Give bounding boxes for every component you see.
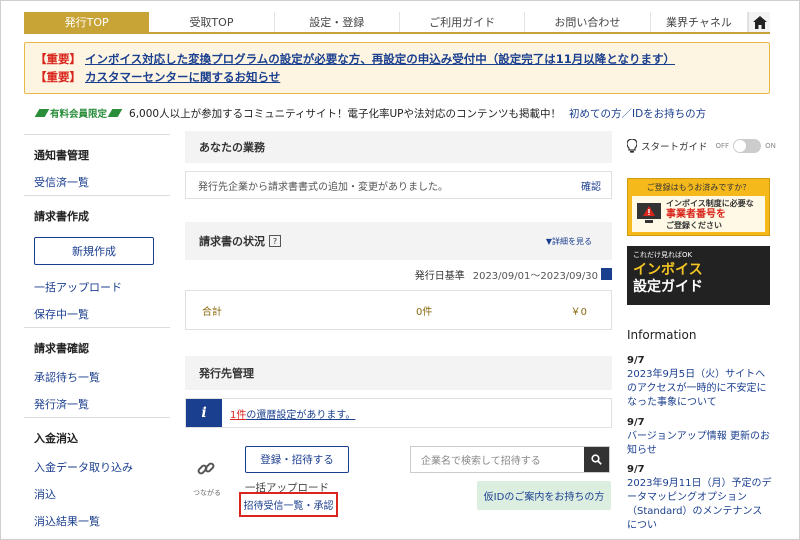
date-range: 2023/09/01～2023/09/30	[472, 270, 598, 282]
news-item[interactable]: 9/7 バージョンアップ情報 更新のお知らせ	[627, 416, 772, 458]
warning-monitor-icon	[637, 203, 661, 223]
toggle-off-label: OFF	[715, 142, 730, 150]
tab-contact[interactable]: お問い合わせ	[525, 12, 651, 32]
slash-icon	[107, 109, 123, 117]
lightbulb-icon	[627, 139, 637, 153]
help-icon[interactable]: ?	[269, 235, 281, 247]
alert-count-link[interactable]: 1件	[230, 410, 246, 421]
tab-settings[interactable]: 設定・登録	[275, 12, 400, 32]
sidebar-heading-notices: 通知書管理	[24, 134, 170, 168]
banner-inner: インボイス制度に必要な 事業者番号を ご登録ください	[632, 196, 765, 232]
banner-line-1: インボイス制度に必要な	[666, 198, 754, 208]
guide-banner-top: これだけ見ればOK	[633, 251, 693, 259]
toggle-track	[733, 139, 762, 153]
calendar-icon[interactable]	[601, 268, 612, 280]
important-tag: 【重要】	[35, 52, 81, 66]
news-item[interactable]: 9/7 2023年9月5日（火）サイトへのアクセスが一時的に不安定になった事象に…	[627, 354, 772, 410]
sidebar-item-issued-list[interactable]: 発行済一覧	[24, 390, 170, 417]
community-login-link[interactable]: 初めての方／IDをお持ちの方	[569, 106, 706, 121]
business-panel-title: あなたの業務	[185, 131, 612, 163]
alert-text-link[interactable]: の還暦設定があります。	[246, 410, 355, 421]
banner-line-3: ご登録ください	[666, 220, 722, 230]
search-icon[interactable]	[584, 447, 609, 472]
news-date: 9/7	[627, 355, 645, 366]
confirm-link[interactable]: 確認	[581, 178, 611, 193]
sidebar-item-import-payments[interactable]: 入金データ取り込み	[24, 453, 170, 480]
news-date: 9/7	[627, 464, 645, 475]
tab-industry-channel[interactable]: 業界チャネル	[651, 12, 749, 32]
start-guide-label: スタートガイド	[641, 142, 708, 153]
sidebar-heading-create: 請求書作成	[24, 195, 170, 231]
sidebar-item-reconcile-results[interactable]: 消込結果一覧	[24, 507, 170, 534]
news-title[interactable]: 2023年9月11日（月）予定のデータマッピングオプション（Standard）の…	[627, 477, 772, 533]
date-range-row: 発行日基準 2023/09/01～2023/09/30	[400, 266, 612, 282]
notice-link-invoice[interactable]: インボイス対応した変換プログラムの設定が必要な方、再設定の申込み受付中（設定完了…	[85, 51, 675, 67]
link-chain-icon	[197, 460, 215, 481]
slash-icon	[34, 109, 50, 117]
status-panel-title: 請求書の状況 ? ▼詳細を見る	[185, 222, 612, 260]
total-count: 0件	[416, 306, 433, 318]
tab-guide[interactable]: ご利用ガイド	[400, 12, 526, 32]
total-amount: ￥0	[570, 306, 587, 318]
invite-received-list-link[interactable]: 招待受信一覧・承認	[239, 492, 338, 517]
information-title: Information	[627, 328, 697, 342]
important-notice-box: 【重要】 インボイス対応した変換プログラムの設定が必要な方、再設定の申込み受付中…	[24, 42, 770, 94]
tab-issue-top[interactable]: 発行TOP	[24, 12, 150, 32]
sidebar-item-received-list[interactable]: 受信済一覧	[24, 168, 170, 195]
news-item[interactable]: 9/7 2023年9月11日（月）予定のデータマッピングオプション（Standa…	[627, 463, 772, 540]
partner-search-input[interactable]: 企業名で検索して招待する	[411, 452, 584, 467]
notice-link-customer-center[interactable]: カスタマーセンターに関するお知らせ	[85, 69, 280, 85]
invoice-guide-banner[interactable]: これだけ見ればOK インボイス 設定ガイド	[627, 246, 770, 305]
tab-receive-top[interactable]: 受取TOP	[149, 12, 275, 32]
business-number-banner[interactable]: ご登録はもうお済みですか？ インボイス制度に必要な 事業者番号を ご登録ください	[627, 178, 770, 236]
community-text: 6,000人以上が参加するコミュニティサイト！電子化率UPや法対応のコンテンツも…	[129, 107, 561, 120]
news-title[interactable]: バージョンアップ情報 更新のお知らせ	[627, 430, 772, 458]
important-tag: 【重要】	[35, 70, 81, 84]
status-title: 請求書の状況	[199, 235, 265, 248]
start-guide: スタートガイド OFF ON	[627, 137, 776, 155]
new-invoice-button[interactable]: 新規作成	[34, 237, 154, 265]
sidebar-item-pending-approval[interactable]: 承認待ち一覧	[24, 363, 170, 390]
connect-label: つながる	[193, 489, 221, 497]
business-message-row: 発行先企業から請求書書式の追加・変更がありました。 確認	[185, 171, 612, 199]
guide-banner-line-2: 設定ガイド	[633, 279, 703, 295]
sidebar-heading-confirm: 請求書確認	[24, 327, 170, 363]
sidebar-heading-payments: 入金消込	[24, 417, 170, 453]
toggle-knob	[734, 140, 747, 152]
member-badge-label: 有料会員限定	[50, 109, 108, 120]
date-basis-label: 発行日基準	[414, 270, 465, 282]
news-date: 9/7	[627, 417, 645, 428]
business-message: 発行先企業から請求書書式の追加・変更がありました。	[198, 181, 448, 193]
status-total-row[interactable]: 合計 0件 ￥0	[185, 290, 612, 330]
banner-top-text: ご登録はもうお済みですか？	[646, 183, 751, 192]
partners-panel-title: 発行先管理	[185, 356, 612, 390]
sidebar-item-reconcile[interactable]: 消込	[24, 480, 170, 507]
guide-banner-title: インボイス 設定ガイド	[633, 262, 770, 296]
member-badge: 有料会員限定	[34, 106, 123, 120]
info-icon: i	[186, 399, 222, 427]
banner-line-2: 事業者番号を	[666, 208, 726, 220]
partner-alert-text: 1件の還暦設定があります。	[230, 406, 355, 421]
start-guide-toggle[interactable]: OFF ON	[716, 139, 776, 153]
partner-alert: i 1件の還暦設定があります。	[185, 398, 612, 428]
home-icon[interactable]	[748, 12, 771, 32]
sidebar-item-bulk-upload[interactable]: 一括アップロード	[24, 273, 170, 300]
total-label: 合計	[202, 306, 222, 318]
sidebar: 通知書管理 受信済一覧 請求書作成 新規作成 一括アップロード 保存中一覧 請求…	[24, 134, 170, 534]
register-invite-button[interactable]: 登録・招待する	[245, 446, 349, 473]
news-title[interactable]: 2023年9月5日（火）サイトへのアクセスが一時的に不安定になった事象について	[627, 368, 772, 410]
notice-line: 【重要】 インボイス対応した変換プログラムの設定が必要な方、再設定の申込み受付中…	[35, 50, 769, 68]
top-nav: 発行TOP 受取TOP 設定・登録 ご利用ガイド お問い合わせ 業界チャネル	[24, 12, 771, 34]
community-banner: 有料会員限定 6,000人以上が参加するコミュニティサイト！電子化率UPや法対応…	[34, 104, 706, 122]
sidebar-item-saved-list[interactable]: 保存中一覧	[24, 300, 170, 327]
temp-id-button[interactable]: 仮IDのご案内をお持ちの方	[477, 481, 611, 510]
guide-banner-line-1: インボイス	[633, 262, 703, 278]
banner-text: インボイス制度に必要な 事業者番号を ご登録ください	[666, 198, 754, 231]
notice-line: 【重要】 カスタマーセンターに関するお知らせ	[35, 68, 769, 86]
detail-link[interactable]: ▼詳細を見る	[546, 236, 592, 247]
toggle-on-label: ON	[765, 142, 776, 150]
partner-search: 企業名で検索して招待する	[410, 446, 610, 473]
